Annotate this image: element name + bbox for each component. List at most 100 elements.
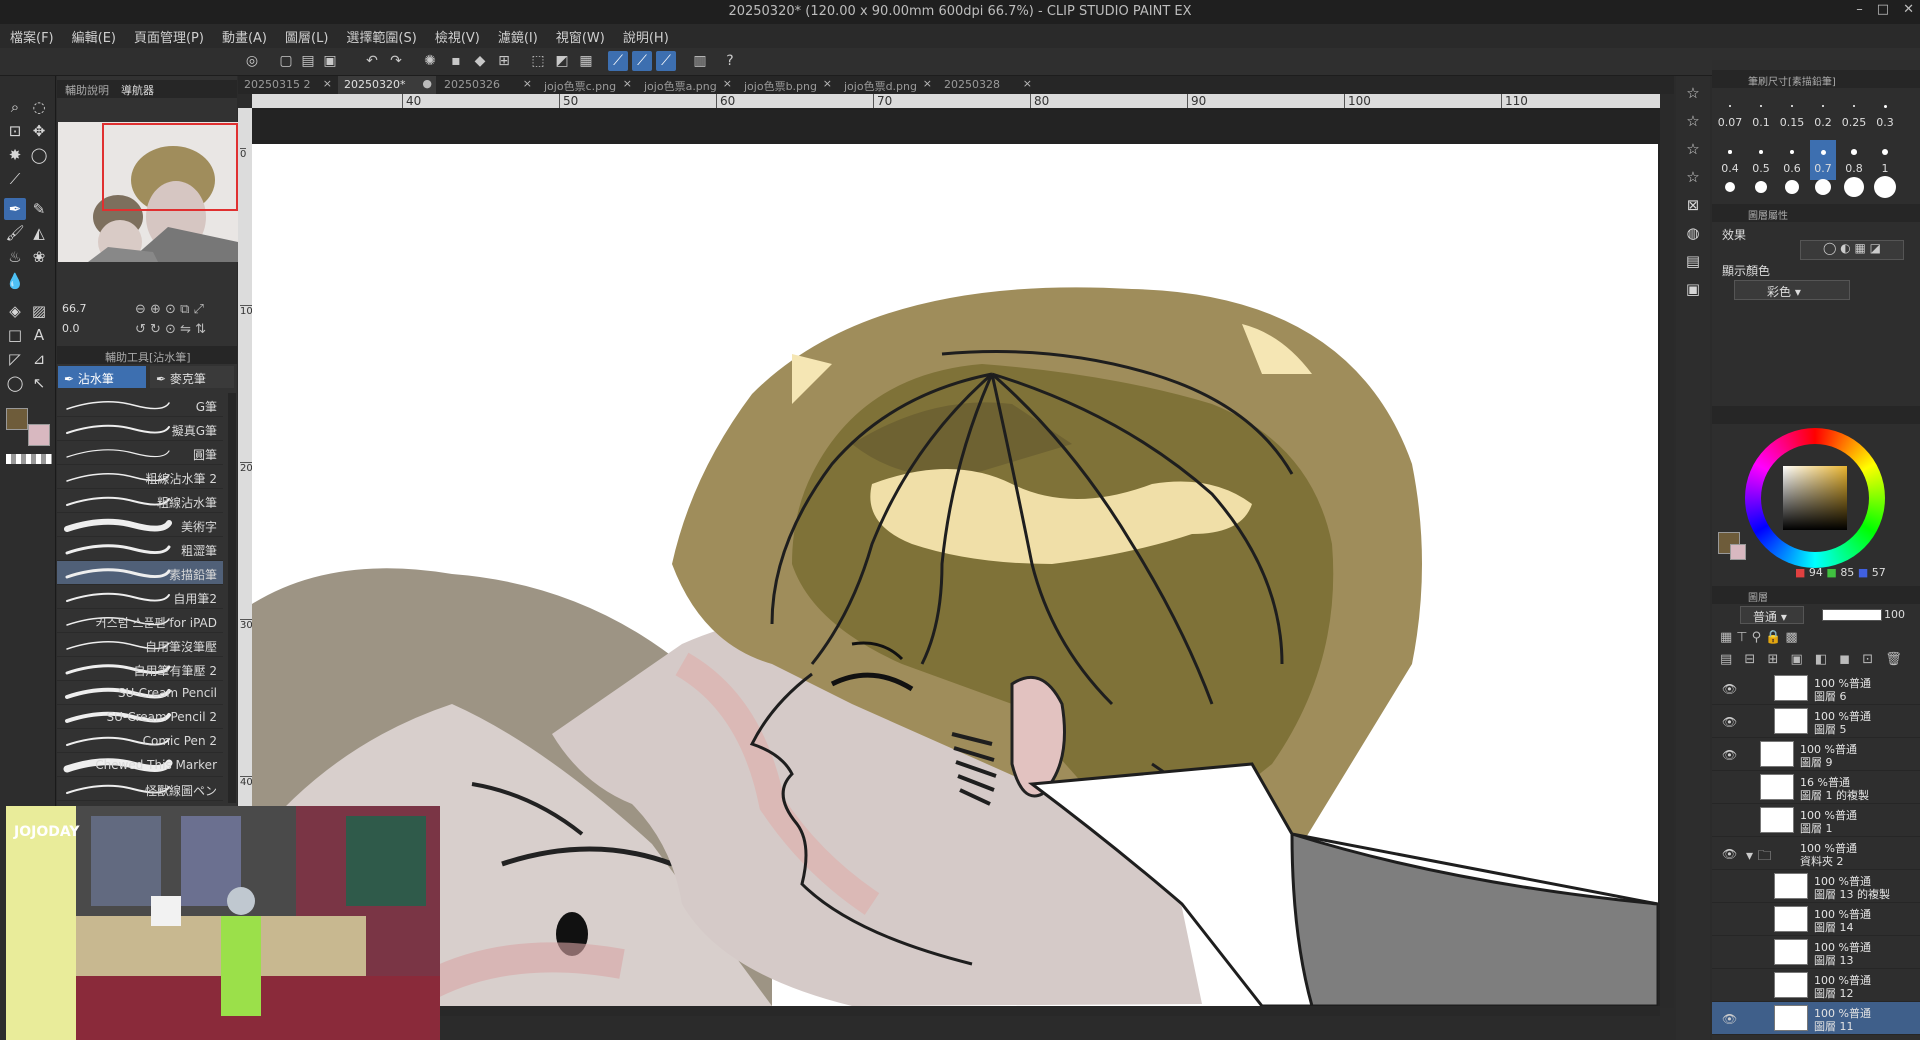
zoom-controls-icon[interactable]: ⊖ ⊕ ⊙ ⧉ ⤢ [135, 302, 204, 317]
opacity-slider[interactable] [1822, 609, 1882, 621]
brush-size-dot[interactable] [1874, 176, 1896, 198]
close-panel-icon[interactable]: ⊠ [1682, 194, 1704, 216]
brush-item[interactable]: SU-Cream Pencil 2 [57, 705, 223, 729]
brush-list-scrollbar[interactable] [228, 393, 236, 803]
menu-view[interactable]: 檢視(V) [435, 27, 480, 46]
brush-size-label[interactable]: 0.15 [1778, 116, 1806, 129]
minimize-button[interactable]: – [1856, 2, 1863, 17]
vertical-scrollbar[interactable] [1660, 94, 1674, 1008]
menu-window[interactable]: 視窗(W) [556, 27, 605, 46]
visibility-eye-icon[interactable]: 👁 [1722, 715, 1737, 729]
decoration-icon[interactable]: ❀ [28, 246, 50, 268]
menu-animation[interactable]: 動畫(A) [222, 27, 267, 46]
brush-size-dot[interactable] [1785, 180, 1799, 194]
ruler-icon[interactable]: ▥ [690, 51, 710, 71]
zoom-icon[interactable]: ⌕ [4, 96, 26, 118]
hide-selection-icon[interactable]: ⬚ [528, 51, 548, 71]
document-tab[interactable]: jojo色票c.png × [538, 76, 636, 94]
brush-size-label[interactable]: 0.1 [1747, 116, 1775, 129]
brush-size-dot[interactable] [1760, 105, 1762, 107]
layer-row[interactable]: 100 %普通 圖層 13 [1712, 936, 1920, 969]
effect-buttons[interactable]: ◯ ◐ ▦ ◪ [1800, 240, 1904, 260]
rotation-value[interactable]: 0.0 [62, 322, 122, 338]
brush-size-label[interactable]: 0.4 [1716, 162, 1744, 175]
layer-row[interactable]: 100 %普通 圖層 12 [1712, 969, 1920, 1002]
layer-row[interactable]: 👁 100 %普通 圖層 6 [1712, 672, 1920, 705]
lasso-select-icon[interactable]: ◌ [28, 96, 50, 118]
layer-command-icons[interactable]: ▤ ⊟ ⊞ ▣ ◧ ◼ ⊡ 🗑 [1720, 652, 1906, 667]
folder-icon[interactable]: ▾ 🗀 [1746, 845, 1771, 869]
tab-help[interactable]: 輔助說明 [65, 82, 109, 97]
snap-icon[interactable]: ◩ [552, 51, 572, 71]
object-select-icon[interactable]: ⊡ [4, 120, 26, 142]
brush-item[interactable]: 怪獸線圖ペン [57, 777, 223, 801]
fill-icon[interactable]: ◆ [470, 51, 490, 71]
brush-item[interactable]: 粗線沾水筆 2 [57, 465, 223, 489]
brush-item[interactable]: SU-Cream Pencil [57, 681, 223, 705]
brush-item[interactable]: 擬真G筆 [57, 417, 223, 441]
blend-mode-select[interactable]: 普通 ▾ [1740, 606, 1804, 624]
material-star-icon[interactable]: ☆ [1682, 82, 1704, 104]
brush-item[interactable]: G筆 [57, 393, 223, 417]
layer-row[interactable]: 100 %普通 圖層 1 [1712, 804, 1920, 837]
brush-size-label[interactable]: 0.6 [1778, 162, 1806, 175]
clear-icon[interactable]: ▪ [446, 51, 466, 71]
document-tab[interactable]: jojo色票d.png × [838, 76, 936, 94]
brush-size-dot[interactable] [1791, 105, 1793, 107]
tab-close-icon[interactable]: × [723, 77, 732, 90]
sub-color-indicator[interactable] [1730, 544, 1746, 560]
layer-row[interactable]: 100 %普通 圖層 14 [1712, 903, 1920, 936]
layer-row[interactable]: 👁 100 %普通 圖層 9 [1712, 738, 1920, 771]
lasso-icon[interactable]: ◯ [28, 144, 50, 166]
brush-size-dot[interactable] [1883, 104, 1887, 108]
menu-file[interactable]: 檔案(F) [10, 27, 54, 46]
blend-icon[interactable]: 💧 [4, 270, 26, 292]
document-tab[interactable]: 20250326 × [438, 76, 536, 94]
horizontal-scrollbar[interactable] [440, 1006, 1660, 1016]
correct-line-icon[interactable]: ↖ [28, 372, 50, 394]
sub-color-swatch[interactable] [28, 424, 50, 446]
menu-filter[interactable]: 濾鏡(I) [498, 27, 538, 46]
document-tab[interactable]: jojo色票a.png × [638, 76, 736, 94]
document-tab[interactable]: 20250320* ● [338, 76, 436, 94]
brush-item[interactable]: 自用筆2 [57, 585, 223, 609]
brush-size-label[interactable]: 0.2 [1809, 116, 1837, 129]
brush-size-label[interactable]: 0.25 [1840, 116, 1868, 129]
balloon-icon[interactable]: ◯ [4, 372, 26, 394]
visibility-eye-icon[interactable]: 👁 [1722, 682, 1737, 696]
tab-close-icon[interactable]: × [923, 77, 932, 90]
brush-size-label[interactable]: 1 [1871, 162, 1899, 175]
brush-size-label[interactable]: 0.5 [1747, 162, 1775, 175]
airbrush-icon[interactable]: ♨ [4, 246, 26, 268]
opacity-value[interactable]: 100 [1884, 608, 1905, 621]
menu-page[interactable]: 頁面管理(P) [134, 27, 204, 46]
rotate-controls-icon[interactable]: ↺ ↻ ⊙ ⇋ ⇅ [135, 322, 206, 337]
subtool-tab-pen[interactable]: ✒ 沾水筆 [58, 366, 146, 388]
eraser-icon[interactable]: ◭ [28, 222, 50, 244]
fill-bucket-icon[interactable]: ◈ [4, 300, 26, 322]
menu-selection[interactable]: 選擇範圍(S) [346, 27, 416, 46]
brush-size-dot[interactable] [1729, 105, 1731, 107]
maximize-button[interactable]: □ [1877, 2, 1889, 17]
visibility-eye-icon[interactable]: 👁 [1722, 1012, 1737, 1026]
brush-size-tab[interactable]: 筆刷尺寸[素描鉛筆] [1712, 70, 1920, 88]
tab-close-icon[interactable]: ● [422, 77, 432, 90]
layer-row[interactable]: 👁 100 %普通 圖層 11 [1712, 1002, 1920, 1035]
brush-size-dot[interactable] [1755, 181, 1767, 193]
magic-wand-icon[interactable]: ✸ [4, 144, 26, 166]
tab-close-icon[interactable]: × [623, 77, 632, 90]
brush-item[interactable]: Chewed This Marker [57, 753, 223, 777]
gradient-icon[interactable]: ▨ [28, 300, 50, 322]
brush-size-dot[interactable] [1815, 179, 1831, 195]
tab-close-icon[interactable]: × [323, 77, 332, 90]
layer-lock-icons[interactable]: ▦⊤⚲🔒▩ [1720, 630, 1802, 645]
snap-ruler-icon[interactable]: ⟋ [608, 51, 628, 71]
brush-item[interactable]: 素描鉛筆 [57, 561, 223, 585]
brush-size-dot[interactable] [1759, 150, 1763, 154]
main-color-swatch[interactable] [6, 408, 28, 430]
save-icon[interactable]: ▣ [320, 51, 340, 71]
brush-size-label[interactable]: 0.8 [1840, 162, 1868, 175]
brush-size-label[interactable]: 0.7 [1809, 162, 1837, 175]
tab-close-icon[interactable]: × [523, 77, 532, 90]
brush-item[interactable]: 커스텀 스푼펜 for iPAD [57, 609, 223, 633]
